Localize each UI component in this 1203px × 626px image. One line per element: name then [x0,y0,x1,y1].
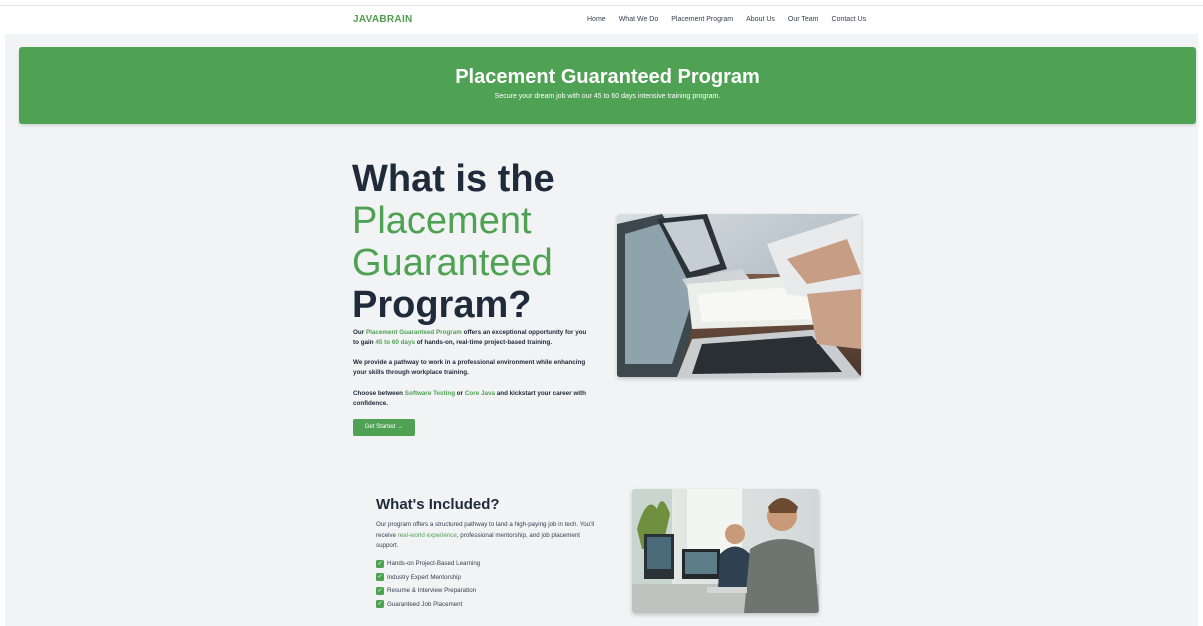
checklist-item: ✓ Resume & Interview Preparation [376,584,480,598]
checklist-item: ✓ Guaranteed Job Placement [376,598,480,612]
text-fragment: or [455,390,465,397]
intro-paragraph-3: Choose between Software Testing or Core … [353,389,593,409]
checklist-item-label: Guaranteed Job Placement [387,600,463,608]
highlight-program-name: Placement Guaranteed Program [365,329,462,336]
check-icon: ✓ [376,586,384,595]
hero-title: Placement Guaranteed Program [455,66,760,88]
checklist-item-label: Hands-on Project-Based Learning [387,560,481,568]
intro-title: What is the Placement Guaranteed Program… [352,158,555,326]
nav-link-placement-program[interactable]: Placement Program [671,16,733,23]
checklist-item-label: Industry Expert Mentorship [387,573,461,581]
included-title: What's Included? [376,496,500,513]
nav-link-contact-us[interactable]: Contact Us [832,16,867,23]
nav-link-home[interactable]: Home [587,16,606,23]
nav-links: Home What We Do Placement Program About … [587,16,866,23]
nav-link-what-we-do[interactable]: What We Do [619,16,659,23]
check-icon: ✓ [376,559,384,568]
highlight-software-testing: Software Testing [404,390,456,397]
intro-title-line2: Placement [352,200,532,242]
office-workers-image [632,489,819,613]
hero-subtitle: Secure your dream job with our 45 to 60 … [494,93,721,100]
highlight-duration: 45 to 60 days [375,339,415,346]
check-icon: ✓ [376,600,384,609]
get-started-button[interactable]: Get Started → [353,419,415,436]
included-checklist: ✓ Hands-on Project-Based Learning ✓ Indust… [376,557,480,611]
checklist-item: ✓ Hands-on Project-Based Learning [376,557,480,571]
hero-banner: Placement Guaranteed Program Secure your… [19,47,1196,124]
text-fragment: Choose between [353,390,405,397]
intro-title-line1: What is the [352,158,555,200]
included-description: Our program offers a structured pathway … [376,520,604,552]
checklist-item: ✓ Industry Expert Mentorship [376,571,480,585]
intro-title-line3: Guaranteed [352,242,553,284]
intro-title-line4: Program? [352,284,532,326]
checklist-item-label: Resume & Interview Preparation [387,587,477,595]
intro-paragraph-2: We provide a pathway to work in a profes… [353,359,586,376]
text-fragment: Our [353,329,366,336]
nav-link-our-team[interactable]: Our Team [788,16,819,23]
text-fragment: of hands-on, real-time project-based tra… [414,339,553,346]
logo[interactable]: JAVABRAIN [353,14,413,25]
laptop-meeting-image [617,214,861,377]
intro-paragraph-1: Our Placement Guaranteed Program offers … [353,328,593,348]
check-icon: ✓ [376,573,384,582]
nav-link-about-us[interactable]: About Us [746,16,775,23]
highlight-core-java: Core Java [464,390,495,397]
highlight-real-world-experience: real-world experience [397,531,457,539]
navbar: JAVABRAIN Home What We Do Placement Prog… [0,6,1203,34]
